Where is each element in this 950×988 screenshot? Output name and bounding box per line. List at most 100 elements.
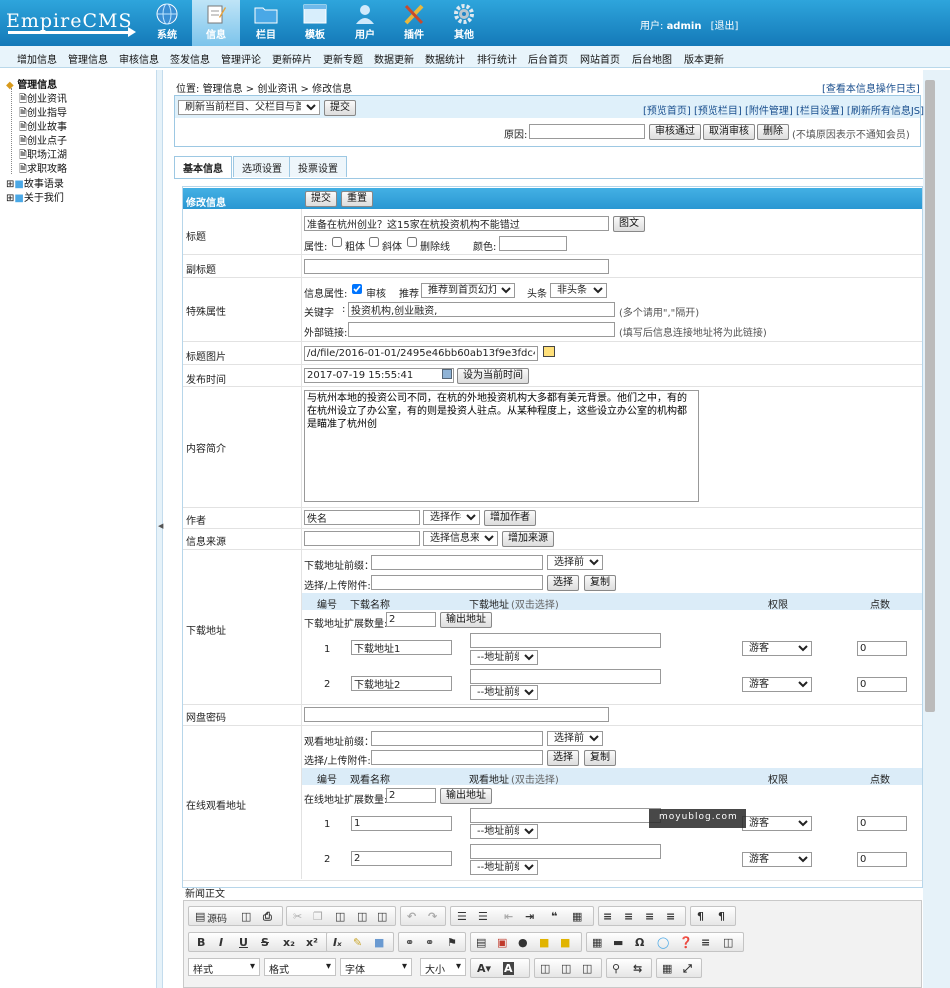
ol-points-input[interactable]	[857, 852, 907, 867]
source-button[interactable]: 源码	[207, 910, 227, 925]
replace-icon[interactable]: ⇆	[633, 962, 642, 975]
tree-root[interactable]: ◆ 管理信息	[6, 76, 57, 91]
italic-checkbox[interactable]	[369, 237, 379, 247]
pan-input[interactable]	[304, 707, 609, 722]
dl-perm-select[interactable]: 游客	[742, 677, 812, 692]
keyword-input[interactable]	[348, 302, 615, 317]
strike-icon[interactable]: S	[261, 936, 269, 949]
menu-add-info[interactable]: 增加信息	[17, 51, 57, 66]
dl-prefix-select[interactable]: 选择前缀	[547, 555, 603, 570]
nav-system[interactable]: 系统	[143, 0, 191, 46]
nav-column[interactable]: 栏目	[242, 0, 290, 46]
align-center-icon[interactable]: ≡	[624, 910, 633, 923]
scrollbar[interactable]	[925, 80, 935, 712]
media-icon[interactable]: ●	[518, 936, 528, 949]
nav-user[interactable]: 用户	[341, 0, 389, 46]
review-checkbox[interactable]	[352, 284, 362, 294]
nav-info[interactable]: 信息	[192, 0, 240, 46]
bg-color-icon[interactable]: A	[503, 962, 514, 975]
superscript-icon[interactable]: x²	[306, 936, 318, 949]
nav-plugin[interactable]: 插件	[390, 0, 438, 46]
dl-prefix-input[interactable]	[371, 555, 543, 570]
ol-upload-input[interactable]	[371, 750, 543, 765]
strike-checkbox[interactable]	[407, 237, 417, 247]
new-page-icon[interactable]: ◫	[561, 962, 571, 975]
menu-data-stats[interactable]: 数据统计	[425, 51, 465, 66]
view-log-link[interactable]: [查看本信息操作日志]	[822, 80, 920, 95]
menu-comments[interactable]: 管理评论	[221, 51, 261, 66]
image-icon[interactable]: ▤	[476, 936, 486, 949]
refresh-select[interactable]: 刷新当前栏目、父栏目与首页	[178, 100, 320, 115]
menu-rank-stats[interactable]: 排行统计	[477, 51, 517, 66]
format-brush-icon[interactable]: ✎	[353, 936, 362, 949]
menu-version-update[interactable]: 版本更新	[684, 51, 724, 66]
tab-vote[interactable]: 投票设置	[289, 156, 347, 177]
ol-perm-select[interactable]: 游客	[742, 852, 812, 867]
approve-button[interactable]: 审核通过	[649, 124, 701, 140]
dl-copy-button[interactable]: 复制	[584, 575, 616, 591]
dl-name-input[interactable]	[351, 640, 452, 655]
dl-addr-prefix-select[interactable]: --地址前缀--	[470, 685, 538, 700]
tree-folder[interactable]: ⊞■故事语录	[6, 175, 64, 190]
menu-site-home[interactable]: 网站首页	[580, 51, 620, 66]
sidebar-toggle[interactable]: ◀	[156, 70, 163, 988]
dl-upload-input[interactable]	[371, 575, 543, 590]
link-icon[interactable]: ⚭	[405, 936, 414, 949]
dl-addr-input[interactable]	[470, 633, 661, 648]
ol-prefix-input[interactable]	[371, 731, 543, 746]
ol-addr-prefix-select[interactable]: --地址前缀--	[470, 824, 538, 839]
dl-expand-input[interactable]	[386, 612, 436, 627]
div-icon[interactable]: ▦	[572, 910, 582, 923]
smiley-icon[interactable]: ◯	[657, 936, 669, 949]
form-submit-button[interactable]: 提交	[305, 191, 337, 207]
copy-icon[interactable]: ❐	[313, 910, 323, 923]
format-select[interactable]: 格式 ▾	[264, 958, 336, 976]
title-input[interactable]	[304, 216, 609, 231]
breadcrumb-manage-info[interactable]: 管理信息	[203, 84, 243, 95]
ol-choose-button[interactable]: 选择	[547, 750, 579, 766]
page-break-icon[interactable]: ≡	[701, 936, 710, 949]
ol-points-input[interactable]	[857, 816, 907, 831]
font-select[interactable]: 字体 ▾	[340, 958, 412, 976]
form-reset-button[interactable]: 重置	[341, 191, 373, 207]
cut-icon[interactable]: ✂	[293, 910, 302, 923]
underline-icon[interactable]: U	[239, 936, 248, 949]
refresh-submit-button[interactable]: 提交	[324, 100, 356, 116]
nav-other[interactable]: 其他	[440, 0, 488, 46]
subtitle-input[interactable]	[304, 259, 609, 274]
menu-manage-info[interactable]: 管理信息	[68, 51, 108, 66]
dl-addr-prefix-select[interactable]: --地址前缀--	[470, 650, 538, 665]
paste-word-icon[interactable]: ◫	[377, 910, 387, 923]
dl-perm-select[interactable]: 游客	[742, 641, 812, 656]
ol-prefix-select[interactable]: 选择前缀	[547, 731, 603, 746]
unapprove-button[interactable]: 取消审核	[703, 124, 755, 140]
menu-topics[interactable]: 更新专题	[323, 51, 363, 66]
paste-text-icon[interactable]: ◫	[357, 910, 367, 923]
size-select[interactable]: 大小 ▾	[420, 958, 466, 976]
text-color-icon[interactable]: A▾	[477, 962, 491, 975]
tab-options[interactable]: 选项设置	[233, 156, 291, 177]
maximize-icon[interactable]: ⤢	[683, 962, 692, 976]
bullet-list-icon[interactable]: ☰	[478, 910, 488, 923]
help-icon[interactable]: ❓	[679, 936, 693, 949]
menu-sign-info[interactable]: 签发信息	[170, 51, 210, 66]
flash-icon[interactable]: ▣	[497, 936, 507, 949]
show-blocks-icon[interactable]: ▦	[662, 962, 672, 975]
ordered-list-icon[interactable]: ☰	[457, 910, 467, 923]
save-icon[interactable]: ◫	[582, 962, 592, 975]
titlepic-input[interactable]	[304, 346, 538, 361]
ol-name-input[interactable]	[351, 851, 452, 866]
ol-addr-input[interactable]	[470, 808, 661, 823]
menu-admin-map[interactable]: 后台地图	[632, 51, 672, 66]
paging-icon[interactable]: ◫	[723, 936, 733, 949]
menu-admin-home[interactable]: 后台首页	[528, 51, 568, 66]
headline-select[interactable]: 非头条	[550, 283, 607, 298]
ol-copy-button[interactable]: 复制	[584, 750, 616, 766]
bold-checkbox[interactable]	[332, 237, 342, 247]
preview-links[interactable]: [预览首页] [预览栏目] [附件管理] [栏目设置] [刷新所有信息JS]	[643, 102, 924, 117]
tree-folder[interactable]: ⊞■关于我们	[6, 189, 64, 204]
print-icon[interactable]: ⎙	[263, 910, 272, 924]
hr-icon[interactable]: ▬	[613, 936, 623, 949]
source-input[interactable]	[304, 531, 420, 546]
align-left-icon[interactable]: ≡	[603, 910, 612, 923]
